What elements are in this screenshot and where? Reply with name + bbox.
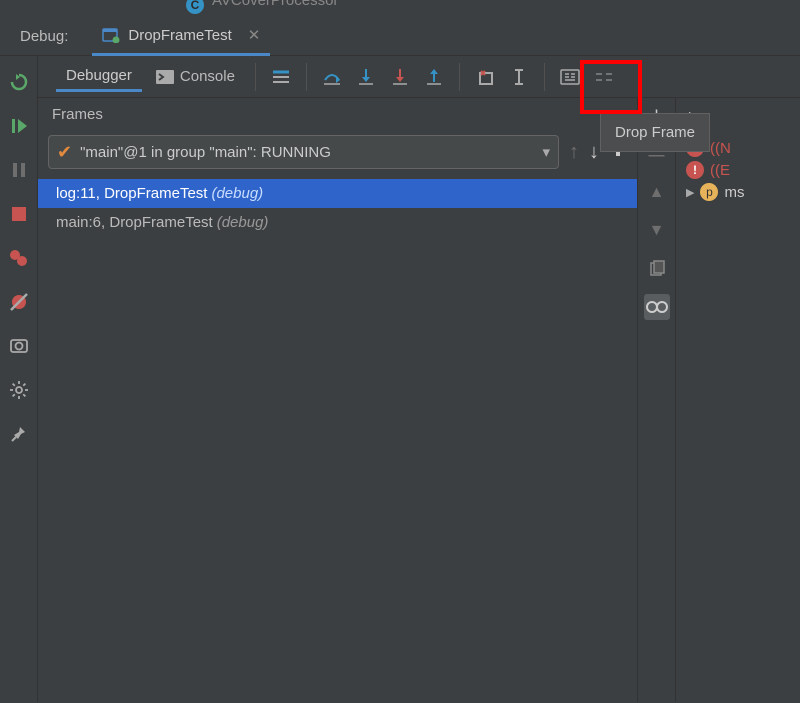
evaluate-expr-button[interactable] [555,62,585,92]
view-breakpoints-button[interactable] [7,246,31,270]
move-up-button[interactable]: ▲ [644,180,670,206]
show-watches-button[interactable] [644,294,670,320]
duplicate-watch-button[interactable] [644,256,670,282]
stop-button[interactable] [7,202,31,226]
pin-button[interactable] [7,422,31,446]
rerun-button[interactable] [7,70,31,94]
force-step-into-button[interactable] [385,62,415,92]
frames-list: log:11, DropFrameTest (debug)main:6, Dro… [38,179,637,237]
toolbar-divider [459,63,460,91]
check-icon: ✔ [57,142,72,163]
tab-debugger[interactable]: Debugger [56,62,142,92]
frame-row[interactable]: main:6, DropFrameTest (debug) [38,208,637,237]
console-icon [156,69,174,85]
toolbar-divider [255,63,256,91]
toolbar-divider [544,63,545,91]
param-icon: p [700,183,718,201]
vars-tool-column: ＋ － ▲ ▼ [638,98,676,702]
variable-text: ((E [710,162,730,179]
drop-frame-tooltip: Drop Frame [600,113,710,152]
prev-frame-button[interactable]: ↑ [569,141,579,164]
class-icon: C [185,0,205,15]
expand-icon[interactable]: ▶ [686,186,694,199]
tab-console-label: Console [180,68,235,85]
variable-text: ((N [710,140,731,157]
move-down-button[interactable]: ▼ [644,218,670,244]
debug-tab-toolbar: Debugger Console [38,56,800,98]
variable-item[interactable]: ! ((E [682,159,794,181]
show-exec-point-button[interactable] [266,62,296,92]
step-into-button[interactable] [351,62,381,92]
settings-button[interactable] [7,378,31,402]
run-config-tab[interactable]: DropFrameTest ✕ [92,18,270,56]
thread-dump-button[interactable] [7,334,31,358]
thread-label: "main"@1 in group "main": RUNNING [80,144,331,161]
variable-item[interactable]: ▶ pms [682,181,794,203]
run-config-label: DropFrameTest [128,27,231,44]
pause-button[interactable] [7,158,31,182]
debug-toolwindow-header: Debug: DropFrameTest ✕ [0,18,800,56]
frame-row[interactable]: log:11, DropFrameTest (debug) [38,179,637,208]
toolbar-divider [306,63,307,91]
favorites-toolwindow-tab[interactable]: ★ 2: Favorites [0,607,2,693]
left-tool-column [0,56,38,702]
tab-console[interactable]: Console [146,62,245,92]
run-to-cursor-button[interactable] [504,62,534,92]
debug-label: Debug: [20,28,68,45]
error-icon: ! [686,161,704,179]
next-frame-button[interactable]: ↓ [589,141,599,164]
mute-breakpoints-button[interactable] [7,290,31,314]
variables-panel: les !((N!((E▶pms [676,98,800,702]
trace-current-stream-button[interactable] [589,62,619,92]
frames-panel: Frames ✔ "main"@1 in group "main": RUNNI… [38,98,638,702]
svg-text:C: C [191,0,200,12]
top-class-name: AVCoverProcessor [212,0,338,9]
frames-header: Frames [38,98,637,131]
step-out-button[interactable] [419,62,449,92]
close-tab-icon[interactable]: ✕ [248,26,261,44]
chevron-down-icon: ▾ [542,143,550,161]
variable-text: ms [724,184,744,201]
run-config-icon [102,27,120,43]
step-over-button[interactable] [317,62,347,92]
drop-frame-button[interactable] [470,62,500,92]
star-icon: ★ [0,681,2,693]
thread-selector[interactable]: ✔ "main"@1 in group "main": RUNNING ▾ [48,135,559,169]
resume-button[interactable] [7,114,31,138]
